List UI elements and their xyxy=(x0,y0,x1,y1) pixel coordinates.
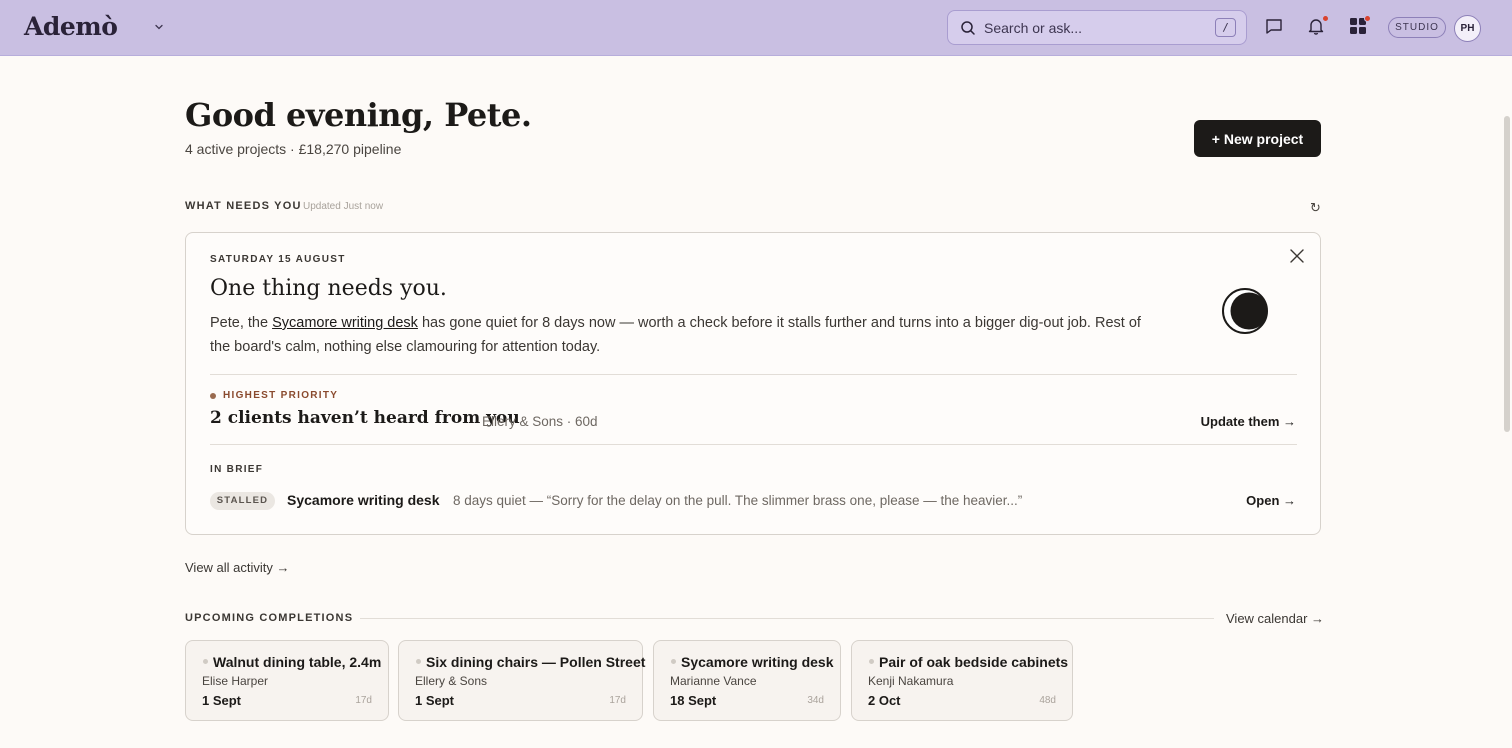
completion-card[interactable]: Pair of oak bedside cabinets Kenji Nakam… xyxy=(851,640,1073,721)
search-icon xyxy=(961,21,975,35)
completion-days: 17d xyxy=(609,695,626,706)
search-placeholder: Search or ask... xyxy=(984,20,1083,36)
brief-meta: 8 days quiet — “Sorry for the delay on t… xyxy=(453,493,1023,508)
completion-title: Six dining chairs — Pollen Street xyxy=(426,654,646,670)
status-dot xyxy=(671,659,676,664)
divider xyxy=(360,618,1214,619)
completion-client: Ellery & Sons xyxy=(415,674,488,688)
status-dot xyxy=(203,659,208,664)
notifications-button[interactable] xyxy=(1306,15,1329,38)
completion-date: 1 Sept xyxy=(202,693,242,708)
view-all-activity-link[interactable]: View all activity → xyxy=(185,560,290,575)
notification-dot xyxy=(1322,15,1329,22)
completion-card[interactable]: Walnut dining table, 2.4m Elise Harper 1… xyxy=(185,640,389,721)
refresh-icon[interactable]: ↻ xyxy=(1310,200,1321,216)
completion-card[interactable]: Six dining chairs — Pollen Street Ellery… xyxy=(398,640,646,721)
top-bar: Ademò Search or ask... / STUDIO PH xyxy=(0,0,1512,56)
project-link[interactable]: Sycamore writing desk xyxy=(272,315,418,331)
divider xyxy=(210,374,1297,375)
page-title: Good evening, Pete. xyxy=(185,96,532,134)
app-logo[interactable]: Ademò xyxy=(24,12,118,41)
completion-client: Marianne Vance xyxy=(670,674,757,688)
status-dot xyxy=(416,659,421,664)
chat-icon xyxy=(1266,19,1282,34)
briefing-date: SATURDAY 15 AUGUST xyxy=(210,254,346,265)
page-scrollbar[interactable] xyxy=(1500,56,1512,748)
briefing-title: One thing needs you. xyxy=(210,276,447,301)
completion-date: 1 Sept xyxy=(415,693,455,708)
updated-timestamp: Updated Just now xyxy=(303,201,384,212)
completion-title: Pair of oak bedside cabinets xyxy=(879,654,1069,670)
what-needs-you-heading: WHAT NEEDS YOU xyxy=(185,200,302,212)
apps-button[interactable] xyxy=(1348,15,1371,38)
new-project-button[interactable]: + New project xyxy=(1194,120,1321,157)
status-badge: STALLED xyxy=(210,492,275,510)
apps-notification-dot xyxy=(1364,15,1371,22)
status-dot xyxy=(869,659,874,664)
completion-days: 17d xyxy=(355,695,372,706)
upcoming-completions-heading: UPCOMING COMPLETIONS xyxy=(185,612,354,624)
chevron-down-icon[interactable] xyxy=(152,20,166,34)
update-them-link[interactable]: Update them → xyxy=(1201,414,1296,429)
search-shortcut-key: / xyxy=(1215,18,1236,37)
priority-label: HIGHEST PRIORITY xyxy=(223,390,339,401)
priority-meta: Ellery & Sons · 60d xyxy=(482,414,598,429)
completion-date: 18 Sept xyxy=(670,693,717,708)
briefing-card: SATURDAY 15 AUGUST One thing needs you. … xyxy=(185,232,1321,535)
completion-days: 48d xyxy=(1039,695,1056,706)
divider xyxy=(210,444,1297,445)
brief-project-title: Sycamore writing desk xyxy=(287,492,440,508)
completion-client: Kenji Nakamura xyxy=(868,674,954,688)
open-project-link[interactable]: Open → xyxy=(1246,493,1296,508)
briefing-body: Pete, the Sycamore writing desk has gone… xyxy=(210,311,1160,359)
body-prefix: Pete, the xyxy=(210,315,273,331)
completion-client: Elise Harper xyxy=(202,674,269,688)
in-brief-label: IN BRIEF xyxy=(210,464,264,475)
priority-title: 2 clients haven’t heard from you xyxy=(210,408,520,428)
completion-date: 2 Oct xyxy=(868,693,901,708)
view-calendar-link[interactable]: View calendar → xyxy=(1226,611,1324,626)
completion-title: Walnut dining table, 2.4m xyxy=(213,654,382,670)
close-icon[interactable] xyxy=(1289,248,1305,264)
moon-icon xyxy=(1222,288,1268,334)
pipeline-summary: 4 active projects · £18,270 pipeline xyxy=(185,141,402,157)
completion-days: 34d xyxy=(807,695,824,706)
search-input[interactable]: Search or ask... / xyxy=(947,10,1247,45)
user-avatar[interactable]: PH xyxy=(1454,15,1481,42)
messages-button[interactable] xyxy=(1264,16,1286,38)
scroll-thumb[interactable] xyxy=(1504,116,1510,432)
priority-dot xyxy=(210,393,216,399)
completion-card[interactable]: Sycamore writing desk Marianne Vance 18 … xyxy=(653,640,841,721)
completion-title: Sycamore writing desk xyxy=(681,654,834,670)
studio-switch[interactable]: STUDIO xyxy=(1388,17,1446,38)
